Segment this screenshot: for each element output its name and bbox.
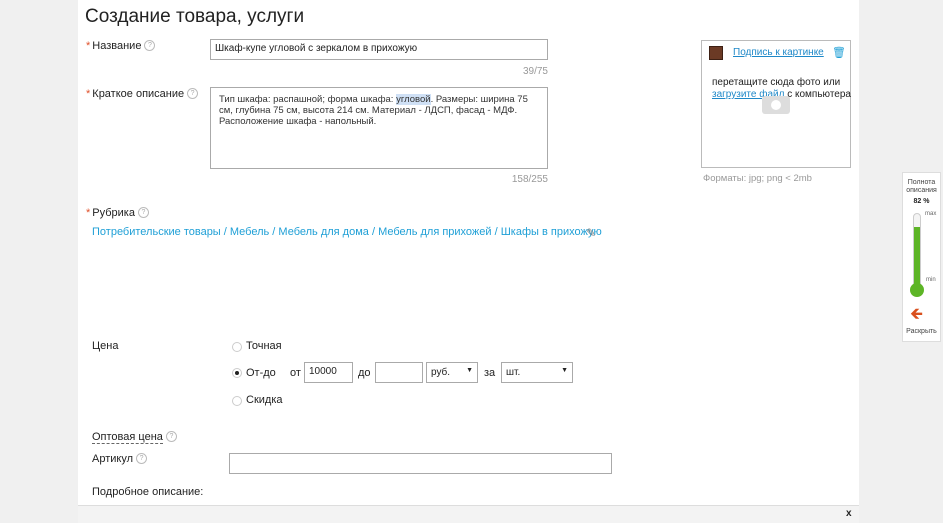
short-desc-label-wrap: * Краткое описание? — [86, 88, 199, 100]
form-page: Создание товара, услуги * Название? Шкаф-… — [78, 0, 859, 522]
close-button[interactable]: x — [846, 508, 852, 519]
short-desc-label: Краткое описание — [92, 88, 185, 100]
price-option-range[interactable]: От-до — [246, 367, 276, 379]
short-desc-counter: 158/255 — [511, 174, 548, 185]
currency-select[interactable]: руб. ▼ — [426, 362, 478, 383]
article-label: Артикул — [92, 453, 134, 465]
help-icon[interactable]: ? — [144, 40, 156, 51]
name-counter: 39/75 — [522, 66, 548, 77]
price-radio-range[interactable] — [232, 368, 242, 378]
price-radio-discount[interactable] — [232, 396, 242, 406]
completeness-widget: Полнота описания 82 % max min 🡸 Раскрыть — [902, 172, 941, 342]
completeness-gauge — [913, 213, 921, 289]
price-to-label: до — [358, 367, 371, 379]
help-icon[interactable]: ? — [165, 431, 177, 442]
chevron-down-icon: ▼ — [466, 367, 473, 374]
unit-value: шт. — [506, 367, 521, 378]
price-from-input[interactable]: 10000 — [304, 362, 353, 383]
photo-drop-text: перетащите сюда фото или — [712, 77, 841, 88]
required-mark: * — [86, 88, 91, 100]
required-mark: * — [86, 40, 91, 52]
gauge-min-label: min — [926, 277, 936, 283]
trash-icon[interactable]: 🗑 — [832, 46, 846, 59]
price-option-exact[interactable]: Точная — [246, 340, 282, 352]
arrow-left-icon[interactable]: 🡸 — [910, 307, 923, 323]
help-icon[interactable]: ? — [137, 207, 149, 218]
detailed-label: Подробное описание: — [92, 486, 204, 498]
rubric-label-wrap: * Рубрика? — [86, 207, 149, 219]
required-mark: * — [86, 207, 91, 219]
collapse-label[interactable]: Раскрыть — [903, 328, 940, 335]
name-input[interactable]: Шкаф-купе угловой с зеркалом в прихожую — [210, 39, 548, 60]
price-to-input[interactable] — [375, 362, 423, 383]
gauge-max-label: max — [925, 211, 937, 217]
page-title: Создание товара, услуги — [85, 6, 305, 27]
currency-value: руб. — [431, 367, 451, 378]
help-icon[interactable]: ? — [187, 88, 199, 99]
name-label: Название — [92, 40, 142, 52]
unit-select[interactable]: шт. ▼ — [501, 362, 573, 383]
completeness-gauge-fill — [914, 227, 920, 288]
price-per-label: за — [484, 367, 496, 379]
help-icon[interactable]: ? — [136, 453, 148, 464]
article-input[interactable] — [229, 453, 612, 474]
gauge-bulb — [910, 283, 924, 297]
photo-dropzone[interactable]: Подпись к картинке 🗑 перетащите сюда фот… — [701, 40, 851, 168]
pencil-icon[interactable]: ✎ — [586, 226, 596, 240]
price-radio-exact[interactable] — [232, 342, 242, 352]
article-label-wrap: Артикул? — [92, 453, 148, 465]
photo-formats: Форматы: jpg; png < 2mb — [703, 173, 812, 184]
bottom-bar: x — [78, 505, 859, 523]
rubric-label: Рубрика — [92, 207, 135, 219]
photo-from-computer: с компьютера — [787, 89, 851, 100]
short-desc-highlight: угловой — [396, 94, 431, 105]
wholesale-label[interactable]: Оптовая цена — [92, 431, 163, 444]
photo-caption-link[interactable]: Подпись к картинке — [733, 47, 824, 58]
name-label-wrap: * Название? — [86, 40, 156, 52]
short-desc-text-before: Тип шкафа: распашной; форма шкафа: — [219, 94, 397, 105]
completeness-percent: 82 % — [913, 198, 930, 205]
camera-icon — [762, 96, 790, 114]
rubric-path-link[interactable]: Потребительские товары / Мебель / Мебель… — [92, 226, 602, 238]
price-label: Цена — [92, 340, 119, 352]
price-from-label: от — [290, 367, 301, 379]
short-desc-textarea[interactable]: Тип шкафа: распашной; форма шкафа: углов… — [210, 87, 548, 169]
completeness-title: Полнота описания — [906, 179, 937, 194]
price-option-discount[interactable]: Скидка — [246, 394, 283, 406]
wholesale-label-wrap: Оптовая цена? — [92, 431, 177, 444]
photo-thumbnail-icon — [709, 46, 723, 60]
chevron-down-icon: ▼ — [561, 367, 568, 374]
